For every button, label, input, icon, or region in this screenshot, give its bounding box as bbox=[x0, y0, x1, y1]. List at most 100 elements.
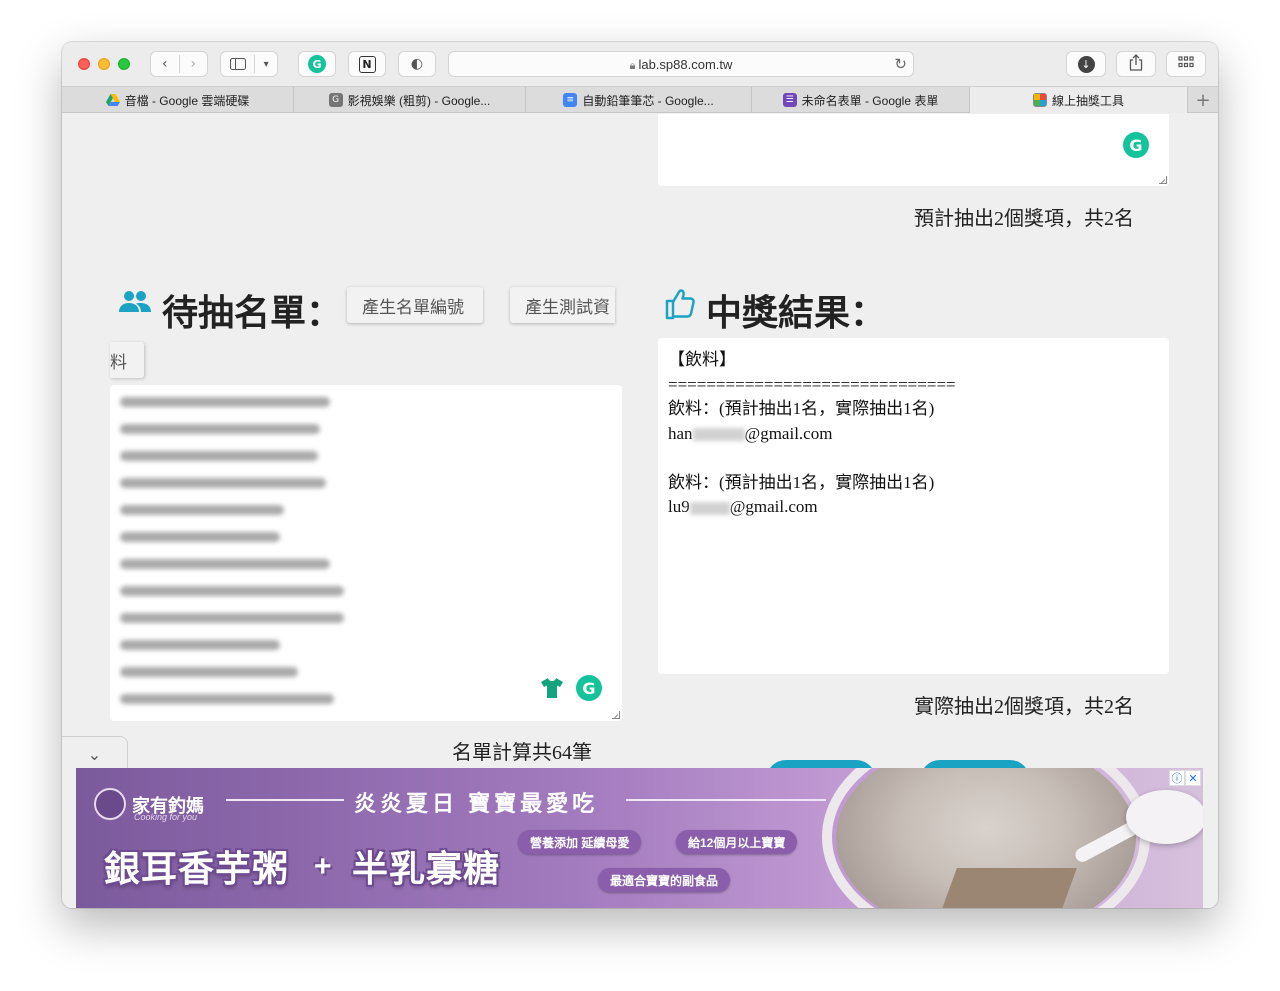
new-tab-plus-icon[interactable]: + bbox=[1188, 87, 1218, 113]
ad-feature-pill: 給12個月以上寶寶 bbox=[676, 830, 798, 854]
results-title: 中獎結果： bbox=[706, 293, 887, 333]
redacted-email bbox=[120, 532, 280, 542]
g-letter-icon: G bbox=[328, 93, 343, 107]
ad-mascot-icon bbox=[94, 788, 126, 820]
result-divider: ============================== bbox=[668, 374, 956, 394]
download-icon: ↓ bbox=[1077, 55, 1095, 73]
tab-lottery-tool[interactable]: 線上抽獎工具 bbox=[970, 87, 1188, 113]
close-window-button[interactable] bbox=[78, 58, 90, 70]
redacted-email bbox=[120, 586, 344, 596]
redacted-email bbox=[120, 505, 284, 515]
tab-google-drive[interactable]: 音檔 - Google 雲端硬碟 bbox=[62, 87, 294, 113]
ad-feature-pill: 最適合寶寶的副食品 bbox=[598, 868, 731, 892]
ad-brand-logo: 家有釣媽 Cooking for you bbox=[94, 786, 214, 826]
candidate-list-textarea[interactable]: G bbox=[110, 385, 622, 721]
ad-close-icon[interactable]: ✕ bbox=[1185, 770, 1201, 786]
results-textarea[interactable]: 【飲料】 ============================== 飲料：(… bbox=[658, 338, 1169, 674]
google-drive-icon bbox=[105, 93, 120, 107]
lottery-tool-icon bbox=[1032, 93, 1047, 107]
results-content: 【飲料】 ============================== 飲料：(… bbox=[668, 348, 956, 520]
planned-prize-summary: 預計抽出2個獎項，共2名 bbox=[914, 208, 1134, 230]
thumbs-up-icon bbox=[664, 286, 696, 325]
redacted-email bbox=[120, 694, 334, 704]
ad-plus-icon: + bbox=[314, 850, 332, 883]
actual-prize-summary: 實際抽出2個獎項，共2名 bbox=[914, 696, 1134, 718]
prize-list-textarea[interactable]: G bbox=[658, 114, 1169, 186]
tshirt-icon[interactable] bbox=[540, 677, 564, 704]
generate-test-data-button[interactable]: 產生測試資 bbox=[510, 287, 615, 323]
resize-handle-icon[interactable] bbox=[612, 711, 620, 719]
ad-brand-subtitle: Cooking for you bbox=[134, 812, 198, 822]
zoom-window-button[interactable] bbox=[118, 58, 130, 70]
redacted-text bbox=[692, 428, 745, 442]
tab-google-docs[interactable]: ≡ 自動鉛筆筆芯 - Google... bbox=[526, 87, 752, 113]
tab-overview-button[interactable] bbox=[1166, 51, 1206, 77]
ad-info-icon[interactable]: ⓘ bbox=[1169, 770, 1185, 786]
resize-handle-icon[interactable] bbox=[1159, 176, 1167, 184]
generate-ids-button[interactable]: 產生名單編號 bbox=[347, 287, 483, 323]
forward-icon[interactable]: › bbox=[180, 56, 208, 72]
google-docs-icon: ≡ bbox=[563, 93, 578, 107]
browser-window: ‹ › ▾ G N ◐ 🔒︎ lab.sp88.com.tw ↻ ↓ 音檔 - … bbox=[62, 42, 1218, 908]
notion-extension-button[interactable]: N bbox=[348, 51, 386, 77]
ad-controls: ⓘ ✕ bbox=[1169, 770, 1201, 786]
shield-icon: ◐ bbox=[410, 56, 424, 72]
redacted-email bbox=[120, 667, 298, 677]
ad-board-image bbox=[935, 868, 1077, 908]
redacted-email bbox=[120, 559, 330, 569]
result-entry-line: 飲料：(預計抽出1名，實際抽出1名) bbox=[668, 399, 935, 418]
grammarly-icon: G bbox=[308, 55, 326, 73]
google-forms-icon: ☰ bbox=[782, 93, 797, 107]
minimize-window-button[interactable] bbox=[98, 58, 110, 70]
tab-bar: 音檔 - Google 雲端硬碟 G 影視娛樂 (粗剪) - Google...… bbox=[62, 86, 1218, 113]
tab-label: 影視娛樂 (粗剪) - Google... bbox=[347, 93, 491, 108]
ad-spoon-image bbox=[1126, 790, 1203, 844]
winner-email-prefix: han bbox=[668, 423, 693, 443]
notion-icon: N bbox=[358, 55, 376, 73]
sidebar-toggle-group: ▾ bbox=[220, 51, 278, 77]
tab-label: 線上抽獎工具 bbox=[1051, 93, 1124, 108]
grammarly-icon[interactable]: G bbox=[1123, 132, 1149, 158]
winner-email-prefix: lu9 bbox=[668, 497, 690, 516]
people-icon bbox=[118, 290, 152, 319]
url-text: lab.sp88.com.tw bbox=[638, 57, 733, 72]
downloads-button[interactable]: ↓ bbox=[1066, 51, 1106, 77]
redacted-email bbox=[120, 451, 318, 461]
winner-email-suffix: @gmail.com bbox=[729, 497, 818, 516]
ad-divider bbox=[626, 799, 826, 801]
share-button[interactable] bbox=[1116, 51, 1156, 77]
grammarly-icon[interactable]: G bbox=[576, 675, 602, 701]
tab-label: 未命名表單 - Google 表單 bbox=[801, 93, 939, 108]
sidebar-icon[interactable] bbox=[221, 58, 254, 70]
back-icon[interactable]: ‹ bbox=[151, 56, 179, 72]
tab-label: 自動鉛筆筆芯 - Google... bbox=[582, 93, 714, 108]
tab-video-entertainment[interactable]: G 影視娛樂 (粗剪) - Google... bbox=[294, 87, 526, 113]
tab-label: 音檔 - Google 雲端硬碟 bbox=[124, 93, 250, 108]
address-bar[interactable]: 🔒︎ lab.sp88.com.tw ↻ bbox=[448, 51, 914, 77]
grammarly-extension-button[interactable]: G bbox=[298, 51, 336, 77]
redacted-email bbox=[120, 397, 330, 407]
collapse-toggle[interactable]: ⌄ bbox=[62, 736, 128, 772]
reload-icon[interactable]: ↻ bbox=[894, 55, 907, 73]
candidates-title: 待抽名單： bbox=[162, 293, 343, 333]
generate-test-data-button-wrap[interactable]: 料 bbox=[110, 342, 144, 378]
chevron-down-icon: ⌄ bbox=[87, 745, 102, 764]
ad-divider bbox=[226, 799, 344, 801]
redacted-text bbox=[689, 501, 730, 515]
candidate-count: 名單計算共64筆 bbox=[452, 742, 592, 764]
redacted-email bbox=[120, 640, 280, 650]
redacted-email bbox=[120, 478, 326, 488]
chevron-down-icon[interactable]: ▾ bbox=[255, 59, 277, 70]
result-category-header: 【飲料】 bbox=[668, 350, 736, 369]
ad-product-name: 銀耳香芋粥 bbox=[104, 848, 290, 889]
grid-icon bbox=[1178, 56, 1194, 72]
ad-banner[interactable]: 家有釣媽 Cooking for you 炎炎夏日 寶寶最愛吃 銀耳香芋粥 + … bbox=[76, 768, 1203, 908]
redacted-email bbox=[120, 424, 320, 434]
browser-toolbar: ‹ › ▾ G N ◐ 🔒︎ lab.sp88.com.tw ↻ ↓ bbox=[62, 42, 1218, 86]
result-entry-line: 飲料：(預計抽出1名，實際抽出1名) bbox=[668, 472, 935, 492]
ad-feature-pill: 營養添加 延續母愛 bbox=[518, 830, 642, 854]
privacy-extension-button[interactable]: ◐ bbox=[398, 51, 436, 77]
tab-google-forms[interactable]: ☰ 未命名表單 - Google 表單 bbox=[752, 87, 970, 113]
ad-headline: 炎炎夏日 寶寶最愛吃 bbox=[354, 791, 599, 816]
winner-email-suffix: @gmail.com bbox=[744, 423, 833, 443]
